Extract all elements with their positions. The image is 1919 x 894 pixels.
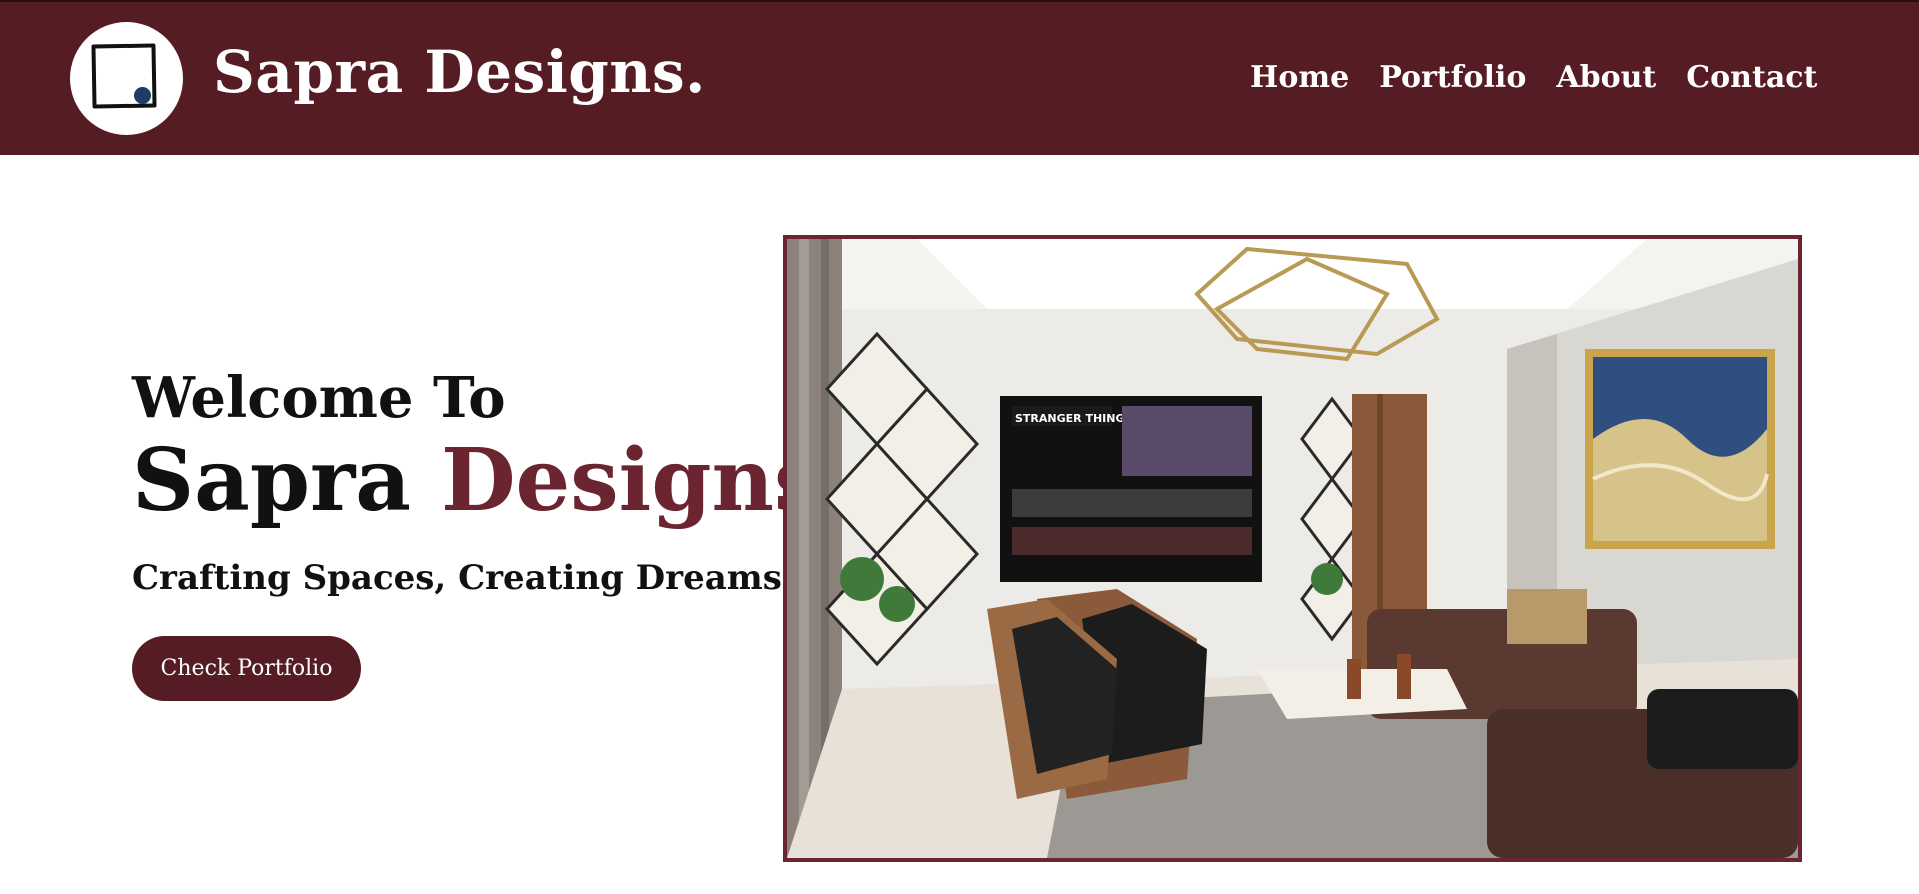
living-room-illustration: STRANGER THINGS	[787, 239, 1798, 858]
hero-title: Sapra Designs.	[132, 438, 852, 524]
brand-name[interactable]: Sapra Designs.	[213, 38, 706, 106]
logo[interactable]	[70, 22, 183, 135]
hero-text: Welcome To Sapra Designs. Crafting Space…	[132, 370, 852, 598]
nav-link-portfolio[interactable]: Portfolio	[1379, 60, 1526, 95]
navbar: Sapra Designs. Home Portfolio About Cont…	[0, 2, 1919, 155]
nav-link-contact[interactable]: Contact	[1686, 60, 1817, 95]
check-portfolio-button[interactable]: Check Portfolio	[132, 636, 361, 701]
tv-show-title: STRANGER THINGS	[1015, 412, 1132, 425]
logo-dot-icon	[134, 87, 151, 104]
nav-link-about[interactable]: About	[1556, 60, 1656, 95]
nav-links: Home Portfolio About Contact	[1250, 60, 1817, 95]
hero-title-main: Sapra	[132, 430, 411, 531]
hero-welcome: Welcome To	[132, 365, 506, 431]
hero-tagline: Crafting Spaces, Creating Dreams	[132, 558, 782, 598]
hero-interior-image: STRANGER THINGS	[783, 235, 1802, 862]
nav-link-home[interactable]: Home	[1250, 60, 1349, 95]
